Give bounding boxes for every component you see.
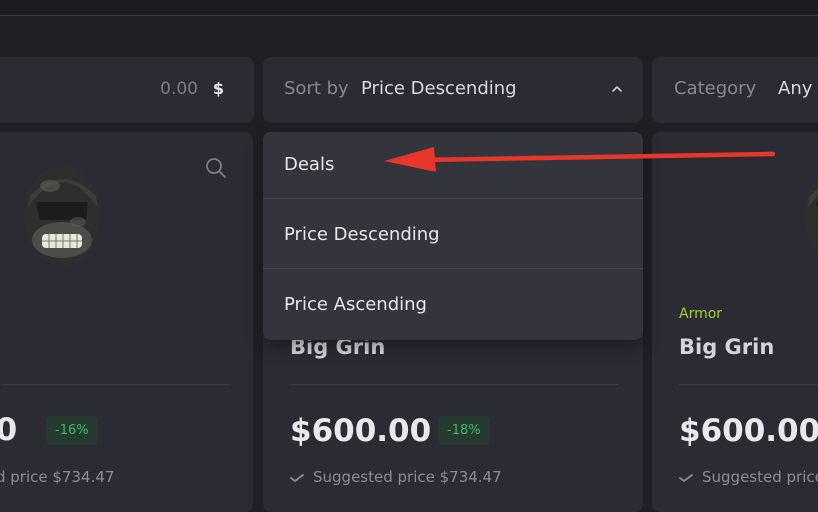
steam-icon: [679, 474, 693, 483]
top-bar: [0, 0, 818, 16]
category-select[interactable]: Category Any: [652, 57, 818, 123]
item-category: Armor: [679, 306, 723, 322]
sort-option-price-descending[interactable]: Price Descending: [263, 202, 643, 271]
item-image-mask: [804, 177, 818, 255]
steam-icon: [290, 474, 304, 483]
sort-option-price-ascending[interactable]: Price Ascending: [263, 272, 643, 340]
suggested-price: Suggested price $734.47: [313, 468, 502, 486]
card-divider: [679, 384, 818, 385]
product-card[interactable]: Armor Big Grin $600.00 Suggested price $…: [652, 132, 818, 512]
sort-option-label: Deals: [284, 154, 335, 175]
category-selected-value: Any: [778, 78, 813, 99]
item-title: Big Grin: [679, 335, 775, 359]
menu-divider: [263, 268, 643, 269]
search-icon[interactable]: [204, 156, 228, 180]
card-divider: [2, 384, 230, 385]
sort-select[interactable]: Sort by Price Descending: [263, 57, 643, 123]
price-value: 0.00: [160, 79, 198, 99]
item-image-mask: [24, 166, 100, 266]
sort-label: Sort by: [284, 78, 349, 99]
category-label: Category: [674, 78, 757, 99]
sort-option-deals[interactable]: Deals: [263, 132, 643, 201]
item-price: $600.00: [679, 413, 818, 449]
item-price: $600.00: [290, 413, 432, 449]
price-currency: $: [212, 79, 224, 98]
product-card[interactable]: 00 -16% d price $734.47: [0, 132, 253, 512]
suggested-price: d price $734.47: [0, 468, 115, 486]
menu-divider: [263, 198, 643, 199]
chevron-up-icon[interactable]: [609, 81, 625, 97]
discount-badge: -18%: [438, 416, 490, 445]
price-filter[interactable]: 0.00 $: [0, 57, 254, 123]
sort-option-label: Price Ascending: [284, 294, 427, 315]
sort-selected-value: Price Descending: [361, 78, 517, 99]
discount-badge: -16%: [46, 416, 98, 445]
sort-dropdown-menu: Deals Price Descending Price Ascending: [263, 132, 643, 340]
suggested-price: Suggested price $734.47: [702, 468, 818, 486]
card-divider: [290, 384, 618, 385]
sort-option-label: Price Descending: [284, 224, 440, 245]
item-price: 00: [0, 412, 18, 448]
